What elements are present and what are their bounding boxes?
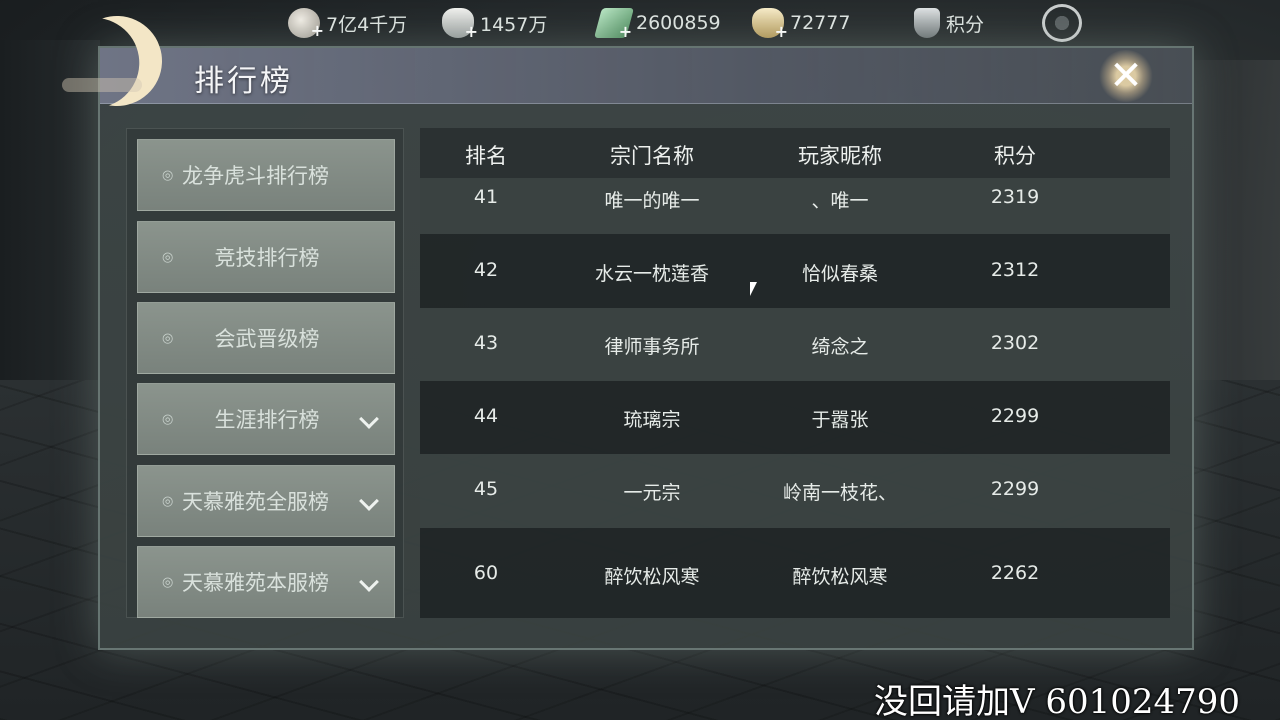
header-sect: 宗门名称 <box>610 144 694 168</box>
menu-item-label: 天慕雅苑本服榜 <box>182 571 329 595</box>
gold-ingot-icon <box>752 8 788 41</box>
cell-rank: 45 <box>473 478 499 500</box>
cell-score: 2262 <box>990 562 1040 584</box>
currency-value: 7亿4千万 <box>326 13 408 36</box>
currency-silver-coin[interactable]: 7亿4千万 <box>288 6 407 40</box>
chevron-down-icon <box>359 572 379 592</box>
cell-player: 于嚣张 <box>811 409 869 431</box>
cell-rank: 41 <box>473 186 499 208</box>
silver-coin-icon <box>288 8 324 40</box>
cell-sect: 唯一的唯一 <box>604 190 700 212</box>
eye-icon: ◎ <box>162 167 174 183</box>
currency-value: 1457万 <box>480 13 548 36</box>
menu-item-arena[interactable]: ◎ 竞技排行榜 <box>137 221 395 293</box>
table-row[interactable]: 45 一元宗 岭南一枝花、 2299 <box>420 454 1170 528</box>
table-row[interactable]: 44 琉璃宗 于嚣张 2299 <box>420 381 1170 454</box>
cell-rank: 42 <box>473 259 499 281</box>
currency-value: 72777 <box>790 12 851 34</box>
menu-item-label: 竞技排行榜 <box>214 246 320 270</box>
cloud-ornament <box>62 78 142 92</box>
table-row[interactable]: 41 唯一的唯一 、唯一 2319 <box>420 178 1170 234</box>
cell-score: 2319 <box>990 186 1040 208</box>
cell-rank: 44 <box>473 405 499 427</box>
jade-icon <box>593 8 635 38</box>
mouse-cursor-icon <box>750 282 757 296</box>
cell-sect: 醉饮松风寒 <box>604 566 700 588</box>
ranking-category-menu: ◎ 龙争虎斗排行榜 ◎ 竞技排行榜 ◎ 会武晋级榜 ◎ 生涯排行榜 ◎ 天慕雅苑… <box>126 128 404 618</box>
cell-player: 岭南一枝花、 <box>782 482 897 504</box>
menu-item-career[interactable]: ◎ 生涯排行榜 <box>137 383 395 455</box>
ranking-table[interactable]: 排名 宗门名称 玩家昵称 积分 41 唯一的唯一 、唯一 2319 42 水云一… <box>420 128 1170 618</box>
watermark-text: 没回请加V 601024790 <box>874 682 1241 720</box>
panel-header: 排行榜 <box>100 48 1192 104</box>
background-wall <box>1180 60 1280 420</box>
cell-sect: 律师事务所 <box>604 336 700 358</box>
eye-icon: ◎ <box>162 574 174 590</box>
cell-score: 2312 <box>990 259 1040 281</box>
table-row[interactable]: 42 水云一枕莲香 恰似春桑 2312 <box>420 234 1170 308</box>
panel-title: 排行榜 <box>194 64 293 99</box>
menu-item-garden-all-servers[interactable]: ◎ 天慕雅苑全服榜 <box>137 465 395 537</box>
table-row[interactable]: 60 醉饮松风寒 醉饮松风寒 2262 <box>420 528 1170 618</box>
menu-item-tournament[interactable]: ◎ 会武晋级榜 <box>137 302 395 374</box>
cell-player: 、唯一 <box>811 190 869 212</box>
menu-item-label: 生涯排行榜 <box>214 408 320 432</box>
silver-ingot-icon <box>442 8 478 41</box>
cell-player: 醉饮松风寒 <box>792 566 888 588</box>
points-shield-icon <box>914 8 940 38</box>
cell-sect: 水云一枕莲香 <box>594 263 709 285</box>
header-score: 积分 <box>994 144 1036 168</box>
menu-item-label: 天慕雅苑全服榜 <box>182 490 329 514</box>
close-icon: ✕ <box>1109 53 1143 99</box>
cell-player: 恰似春桑 <box>801 263 878 285</box>
currency-gold-ingot[interactable]: 72777 <box>752 6 851 41</box>
cell-score: 2299 <box>990 478 1040 500</box>
menu-item-garden-this-server[interactable]: ◎ 天慕雅苑本服榜 <box>137 546 395 618</box>
currency-label: 积分 <box>946 13 985 36</box>
settings-gear-icon[interactable] <box>1042 4 1082 42</box>
table-header: 排名 宗门名称 玩家昵称 积分 <box>420 128 1170 178</box>
cell-rank: 60 <box>473 562 499 584</box>
close-button[interactable]: ✕ <box>1096 48 1156 104</box>
menu-item-label: 龙争虎斗排行榜 <box>182 164 329 188</box>
header-rank: 排名 <box>465 144 507 168</box>
cell-sect: 琉璃宗 <box>623 409 681 431</box>
chevron-down-icon <box>359 491 379 511</box>
header-player: 玩家昵称 <box>798 144 882 168</box>
currency-value: 2600859 <box>636 12 721 34</box>
cell-rank: 43 <box>473 332 499 354</box>
menu-item-dragon-tiger[interactable]: ◎ 龙争虎斗排行榜 <box>137 139 395 211</box>
cell-score: 2302 <box>990 332 1040 354</box>
eye-icon: ◎ <box>162 493 174 509</box>
currency-silver-ingot[interactable]: 1457万 <box>442 6 548 41</box>
table-row[interactable]: 43 律师事务所 绮念之 2302 <box>420 308 1170 381</box>
currency-jade[interactable]: 2600859 <box>593 6 721 40</box>
cell-player: 绮念之 <box>811 336 869 358</box>
menu-item-label: 会武晋级榜 <box>214 327 320 351</box>
currency-points[interactable]: 积分 <box>914 6 984 40</box>
background-left <box>0 40 100 400</box>
cell-score: 2299 <box>990 405 1040 427</box>
cell-sect: 一元宗 <box>623 482 681 504</box>
